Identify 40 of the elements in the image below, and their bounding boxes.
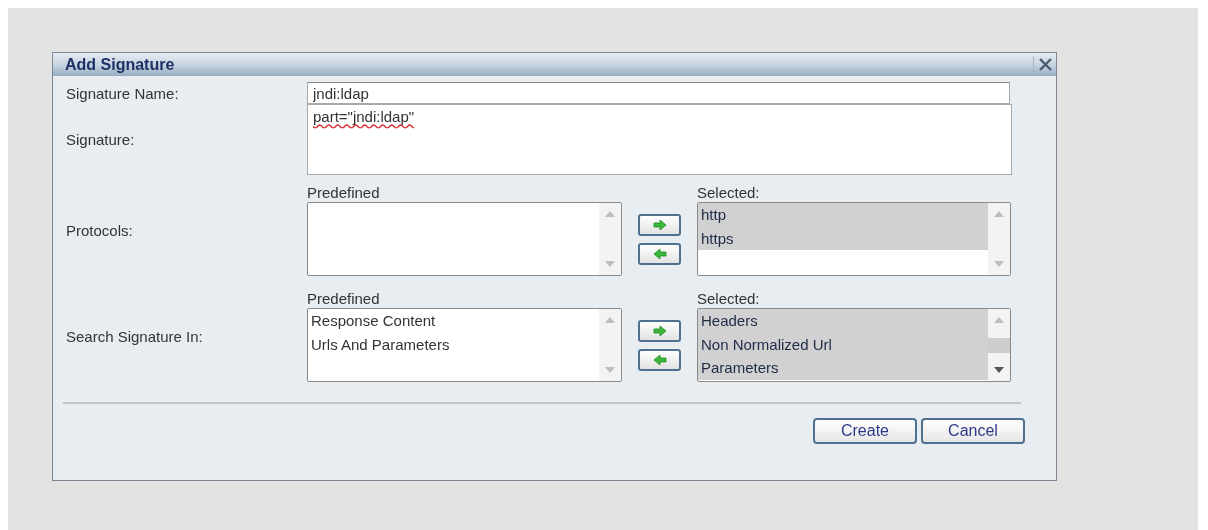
scroll-thumb[interactable] [988,337,1010,353]
list-caption: Predefined [307,184,381,202]
add-button[interactable] [638,319,681,342]
list-item[interactable]: Headers [698,309,988,333]
list-item[interactable]: Non Normalized Url [698,332,988,356]
scroll-up-icon[interactable] [605,211,615,217]
list-box[interactable]: http https [697,202,1011,276]
list-item[interactable]: Urls And Parameters [308,332,599,356]
list-item[interactable]: http [698,203,988,227]
remove-button[interactable] [638,348,681,371]
field-label: Signature: [66,131,136,148]
list-box[interactable]: Response Content Urls And Parameters [307,308,622,382]
cancel-button[interactable]: Cancel [921,418,1025,444]
field-label: Protocols: [66,221,134,239]
scroll-up-icon[interactable] [994,317,1004,323]
field-label: Search Signature In: [66,327,204,345]
scroll-up-icon[interactable] [994,211,1004,217]
scroll-down-icon[interactable] [994,367,1004,373]
list-caption: Selected: [697,184,761,202]
remove-button[interactable] [638,242,681,265]
left-arrow-icon [652,354,667,365]
dialog-title: Add Signature [65,55,175,74]
input-field[interactable]: jndi:ldap [307,82,1010,104]
right-arrow-icon [652,325,667,336]
close-icon [1039,58,1052,71]
field-label: Signature Name: [66,84,180,102]
list-caption: Selected: [697,290,761,308]
close-button[interactable] [1033,55,1052,74]
list-item[interactable]: https [698,226,988,250]
list-item[interactable]: Response Content [308,309,599,333]
right-arrow-icon [652,219,667,230]
create-button[interactable]: Create [813,418,917,444]
left-arrow-icon [652,248,667,259]
scroll-up-icon[interactable] [605,317,615,323]
list-box[interactable] [307,202,622,276]
text-area[interactable]: part="jndi:ldap" [307,104,1012,175]
list-caption: Predefined [307,290,381,308]
add-button[interactable] [638,213,681,236]
list-box[interactable]: Headers Non Normalized Url Parameters [697,308,1011,382]
list-item[interactable]: Parameters [698,356,988,380]
